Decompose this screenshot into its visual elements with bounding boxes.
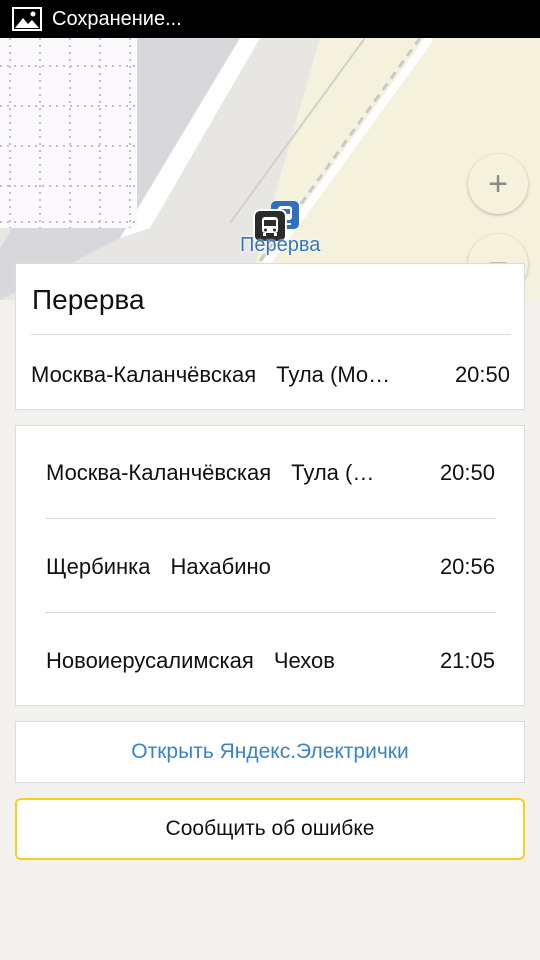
station-card[interactable]: Перерва Москва-Каланчёвская Тула (Мо… 20… bbox=[15, 263, 525, 410]
departure-to: Тула (… bbox=[291, 460, 375, 485]
departures-list: Москва-Каланчёвская Тула (… 20:50 Щербин… bbox=[15, 425, 525, 706]
map-view[interactable]: Перерва + − bbox=[0, 38, 540, 300]
report-error-button[interactable]: Сообщить об ошибке bbox=[15, 798, 525, 860]
divider bbox=[45, 612, 496, 613]
departure-from: Москва-Каланчёвская bbox=[31, 362, 257, 387]
plus-icon: + bbox=[488, 164, 508, 203]
status-bar: Сохранение... bbox=[0, 0, 540, 38]
departure-time: 20:56 bbox=[439, 554, 495, 579]
map-station-label[interactable]: Перерва bbox=[240, 234, 320, 257]
departure-from: Москва-Каланчёвская bbox=[46, 460, 272, 485]
departure-to: Чехов bbox=[273, 648, 335, 673]
departure-time: 20:50 bbox=[439, 460, 495, 485]
open-app-label: Открыть Яндекс.Электрички bbox=[131, 740, 409, 763]
departure-from: Щербинка bbox=[46, 554, 151, 579]
list-item[interactable]: Щербинка Нахабино 20:56 bbox=[46, 552, 495, 582]
departure-row[interactable]: Москва-Каланчёвская Тула (Мо… 20:50 bbox=[31, 360, 510, 390]
divider bbox=[45, 518, 496, 519]
list-item[interactable]: Москва-Каланчёвская Тула (… 20:50 bbox=[46, 458, 495, 488]
open-app-link[interactable]: Открыть Яндекс.Электрички bbox=[15, 721, 525, 783]
divider bbox=[31, 334, 511, 335]
list-item[interactable]: Новоиерусалимская Чехов 21:05 bbox=[46, 646, 495, 676]
departure-time: 21:05 bbox=[439, 648, 495, 673]
station-name: Перерва bbox=[32, 284, 145, 315]
report-error-label: Сообщить об ошибке bbox=[165, 817, 375, 840]
departure-to: Нахабино bbox=[170, 554, 271, 579]
departure-time: 20:50 bbox=[454, 362, 510, 387]
zoom-in-button[interactable]: + bbox=[468, 154, 528, 214]
departure-from: Новоиерусалимская bbox=[46, 648, 254, 673]
image-icon bbox=[12, 7, 42, 31]
status-text: Сохранение... bbox=[52, 7, 182, 30]
departure-to: Тула (Мо… bbox=[276, 362, 391, 387]
